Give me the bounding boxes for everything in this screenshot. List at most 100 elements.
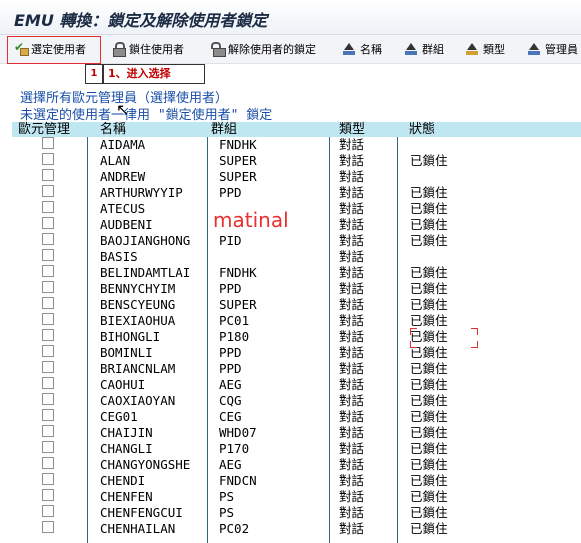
admin-checkbox[interactable] (42, 505, 54, 517)
unlock-users-button[interactable]: 解除使用者的鎖定 (211, 39, 316, 59)
admin-checkbox[interactable] (42, 233, 54, 245)
status-cell: 已鎖住 (410, 425, 448, 440)
type-cell: 對話 (339, 345, 365, 360)
status-cell: 已鎖住 (410, 297, 448, 312)
status-cell: 已鎖住 (410, 505, 448, 520)
admin-checkbox[interactable] (42, 457, 54, 469)
status-cell: 已鎖住 (410, 233, 448, 248)
sort-group-label: 群組 (422, 43, 444, 56)
sort-ascending-icon (343, 42, 357, 56)
name-cell: BOMINLI (100, 345, 153, 360)
header-name[interactable]: 名稱 (100, 122, 126, 137)
admin-checkbox[interactable] (42, 185, 54, 197)
table-row: CEG01 CEG 對話 已鎖住 (12, 409, 581, 425)
name-cell: ALAN (100, 153, 131, 168)
admin-checkbox[interactable] (42, 409, 54, 421)
unlock-icon (211, 42, 226, 57)
sort-group-button[interactable]: 群組 (405, 39, 444, 59)
status-cell: 已鎖住 (410, 153, 448, 168)
selection-bracket (410, 328, 478, 348)
table-row: BASIS 對話 (12, 249, 581, 265)
group-cell: PPD (219, 185, 242, 200)
name-cell: CHANGLI (100, 441, 153, 456)
title-bar: EMU 轉換：鎖定及解除使用者鎖定 (0, 0, 581, 35)
table-row: BOMINLI PPD 對話 已鎖住 (12, 345, 581, 361)
header-type[interactable]: 類型 (339, 122, 365, 137)
admin-checkbox[interactable] (42, 521, 54, 533)
admin-checkbox[interactable] (42, 489, 54, 501)
admin-checkbox[interactable] (42, 377, 54, 389)
status-cell: 已鎖住 (410, 217, 448, 232)
group-cell: PC01 (219, 313, 250, 328)
sort-ascending-icon (405, 42, 419, 56)
sort-type-button[interactable]: 類型 (466, 39, 505, 59)
table-row: ANDREW SUPER 對話 (12, 169, 581, 185)
info-links: 選擇所有歐元管理員（選擇使用者） 未選定的使用者一律用 "鎖定使用者" 鎖定 (20, 90, 272, 124)
admin-checkbox[interactable] (42, 297, 54, 309)
admin-checkbox[interactable] (42, 137, 54, 149)
select-all-admins-link[interactable]: 選擇所有歐元管理員（選擇使用者） (20, 90, 272, 107)
name-cell: ATECUS (100, 201, 146, 216)
type-cell: 對話 (339, 393, 365, 408)
admin-checkbox[interactable] (42, 393, 54, 405)
group-cell: PPD (219, 361, 242, 376)
sort-admin-label: 管理員 (545, 43, 578, 56)
status-cell: 已鎖住 (410, 265, 448, 280)
table-row: BRIANCNLAM PPD 對話 已鎖住 (12, 361, 581, 377)
status-cell: 已鎖住 (410, 313, 448, 328)
group-cell: SUPER (219, 297, 257, 312)
table-row: CHENHAILAN PC02 對話 已鎖住 (12, 521, 581, 537)
status-cell: 已鎖住 (410, 473, 448, 488)
admin-checkbox[interactable] (42, 281, 54, 293)
name-cell: BENSCYEUNG (100, 297, 176, 312)
admin-checkbox[interactable] (42, 265, 54, 277)
table-row: BIHONGLI P180 對話 已鎖住 (12, 329, 581, 345)
admin-checkbox[interactable] (42, 153, 54, 165)
header-status[interactable]: 狀態 (409, 122, 435, 137)
status-cell: 已鎖住 (410, 361, 448, 376)
name-cell: AUDBENI (100, 217, 153, 232)
name-cell: ARTHURWYYIP (100, 185, 183, 200)
sort-name-button[interactable]: 名稱 (343, 39, 382, 59)
name-cell: CHENFENGCUI (100, 505, 183, 520)
table-row: CAOHUI AEG 對話 已鎖住 (12, 377, 581, 393)
mouse-cursor-icon: ↖ (116, 100, 130, 119)
sort-ascending-icon (466, 42, 480, 56)
type-cell: 對話 (339, 201, 365, 216)
group-cell: PID (219, 233, 242, 248)
type-cell: 對話 (339, 233, 365, 248)
name-cell: CAOHUI (100, 377, 146, 392)
table-row: CHAIJIN WHD07 對話 已鎖住 (12, 425, 581, 441)
admin-checkbox[interactable] (42, 249, 54, 261)
status-cell: 已鎖住 (410, 281, 448, 296)
admin-checkbox[interactable] (42, 201, 54, 213)
admin-checkbox[interactable] (42, 441, 54, 453)
name-cell: BAOJIANGHONG (100, 233, 191, 248)
table-row: ALAN SUPER 對話 已鎖住 (12, 153, 581, 169)
name-cell: ANDREW (100, 169, 146, 184)
admin-checkbox[interactable] (42, 473, 54, 485)
admin-checkbox[interactable] (42, 345, 54, 357)
name-cell: CHAIJIN (100, 425, 153, 440)
admin-checkbox[interactable] (42, 313, 54, 325)
type-cell: 對話 (339, 425, 365, 440)
status-cell: 已鎖住 (410, 185, 448, 200)
admin-checkbox[interactable] (42, 329, 54, 341)
lock-users-label: 鎖住使用者 (129, 43, 184, 56)
admin-checkbox[interactable] (42, 169, 54, 181)
header-admin[interactable]: 歐元管理 (18, 122, 70, 137)
callout-number: 1 (85, 64, 103, 84)
admin-checkbox[interactable] (42, 425, 54, 437)
group-cell: PPD (219, 345, 242, 360)
table-row: CHENDI FNDCN 對話 已鎖住 (12, 473, 581, 489)
admin-checkbox[interactable] (42, 217, 54, 229)
sort-type-label: 類型 (483, 43, 505, 56)
sort-admin-button[interactable]: 管理員 (528, 39, 578, 59)
status-cell: 已鎖住 (410, 489, 448, 504)
lock-users-button[interactable]: 鎖住使用者 (112, 39, 184, 59)
table-row: BAOJIANGHONG PID 對話 已鎖住 (12, 233, 581, 249)
header-group[interactable]: 群組 (211, 122, 237, 137)
admin-checkbox[interactable] (42, 361, 54, 373)
name-cell: CEG01 (100, 409, 138, 424)
watermark-text: matinal (213, 208, 289, 232)
